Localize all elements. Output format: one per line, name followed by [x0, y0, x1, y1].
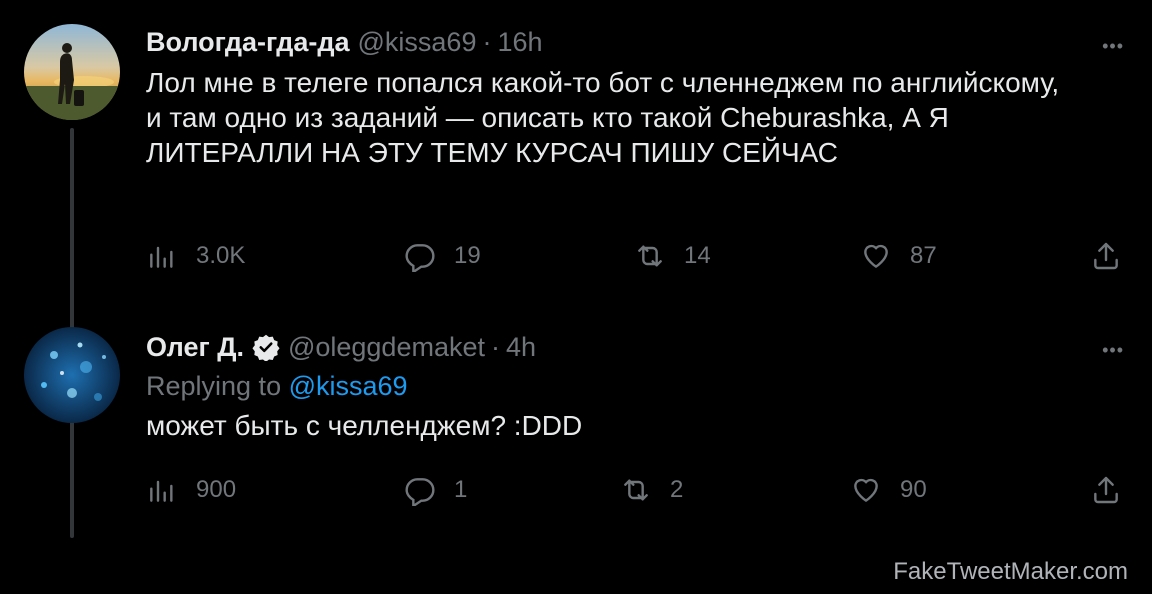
more-icon[interactable]: •••	[1102, 36, 1124, 56]
replying-mention-link[interactable]: @kissa69	[289, 371, 408, 401]
retweet-count: 14	[684, 242, 711, 269]
user-handle[interactable]: @kissa69	[358, 26, 477, 58]
more-icon[interactable]: •••	[1102, 340, 1124, 360]
reply-icon	[405, 478, 435, 506]
display-name[interactable]: Вологда-гда-да	[146, 26, 350, 58]
avatar-image	[24, 327, 120, 423]
tweet-header: Вологда-гда-да @kissa69 · 16h	[146, 26, 543, 58]
avatar-image	[24, 24, 120, 120]
like-action[interactable]: 87	[860, 240, 937, 272]
action-bar: 3.0K 19 14 87	[146, 240, 1132, 276]
like-icon	[854, 478, 878, 502]
reply-count: 19	[454, 242, 481, 269]
share-icon	[1094, 476, 1118, 504]
retweet-icon	[624, 479, 648, 501]
views-count: 3.0K	[196, 242, 246, 269]
like-count: 90	[900, 476, 927, 503]
tweet-text: может быть с челленджем? :DDD	[146, 410, 583, 441]
like-action[interactable]: 90	[850, 474, 927, 506]
views-icon	[150, 246, 173, 268]
retweet-action[interactable]: 2	[620, 474, 683, 506]
views-action[interactable]: 3.0K	[146, 240, 245, 272]
timestamp[interactable]: 4h	[506, 331, 536, 363]
separator-dot: ·	[490, 332, 500, 362]
avatar[interactable]	[24, 327, 120, 423]
tweet-header: Олег Д. @oleggdemaket · 4h	[146, 331, 536, 363]
avatar[interactable]	[24, 24, 120, 120]
replying-prefix: Replying to	[146, 371, 282, 401]
like-icon	[864, 244, 888, 268]
reply-icon	[405, 244, 435, 272]
action-bar: 900 1 2 90	[146, 474, 1132, 510]
verified-badge-icon	[252, 333, 280, 361]
display-name[interactable]: Олег Д.	[146, 331, 244, 363]
share-icon	[1094, 242, 1118, 270]
watermark: FakeTweetMaker.com	[893, 558, 1128, 585]
retweet-action[interactable]: 14	[634, 240, 711, 272]
share-action[interactable]	[1090, 240, 1122, 272]
retweet-icon	[638, 245, 662, 267]
separator-dot: ·	[482, 27, 492, 57]
views-icon	[150, 480, 173, 502]
reply-action[interactable]: 1	[404, 474, 467, 506]
views-count: 900	[196, 476, 237, 503]
reply-action[interactable]: 19	[404, 240, 481, 272]
timestamp[interactable]: 16h	[497, 26, 542, 58]
reply-count: 1	[454, 476, 468, 503]
views-action[interactable]: 900	[146, 474, 236, 506]
user-handle[interactable]: @oleggdemaket	[288, 331, 485, 363]
replying-to: Replying to @kissa69	[146, 370, 408, 402]
like-count: 87	[910, 242, 937, 269]
tweet-text: Лол мне в телеге попался какой-то бот с …	[146, 67, 1067, 168]
share-action[interactable]	[1090, 474, 1122, 506]
retweet-count: 2	[670, 476, 684, 503]
